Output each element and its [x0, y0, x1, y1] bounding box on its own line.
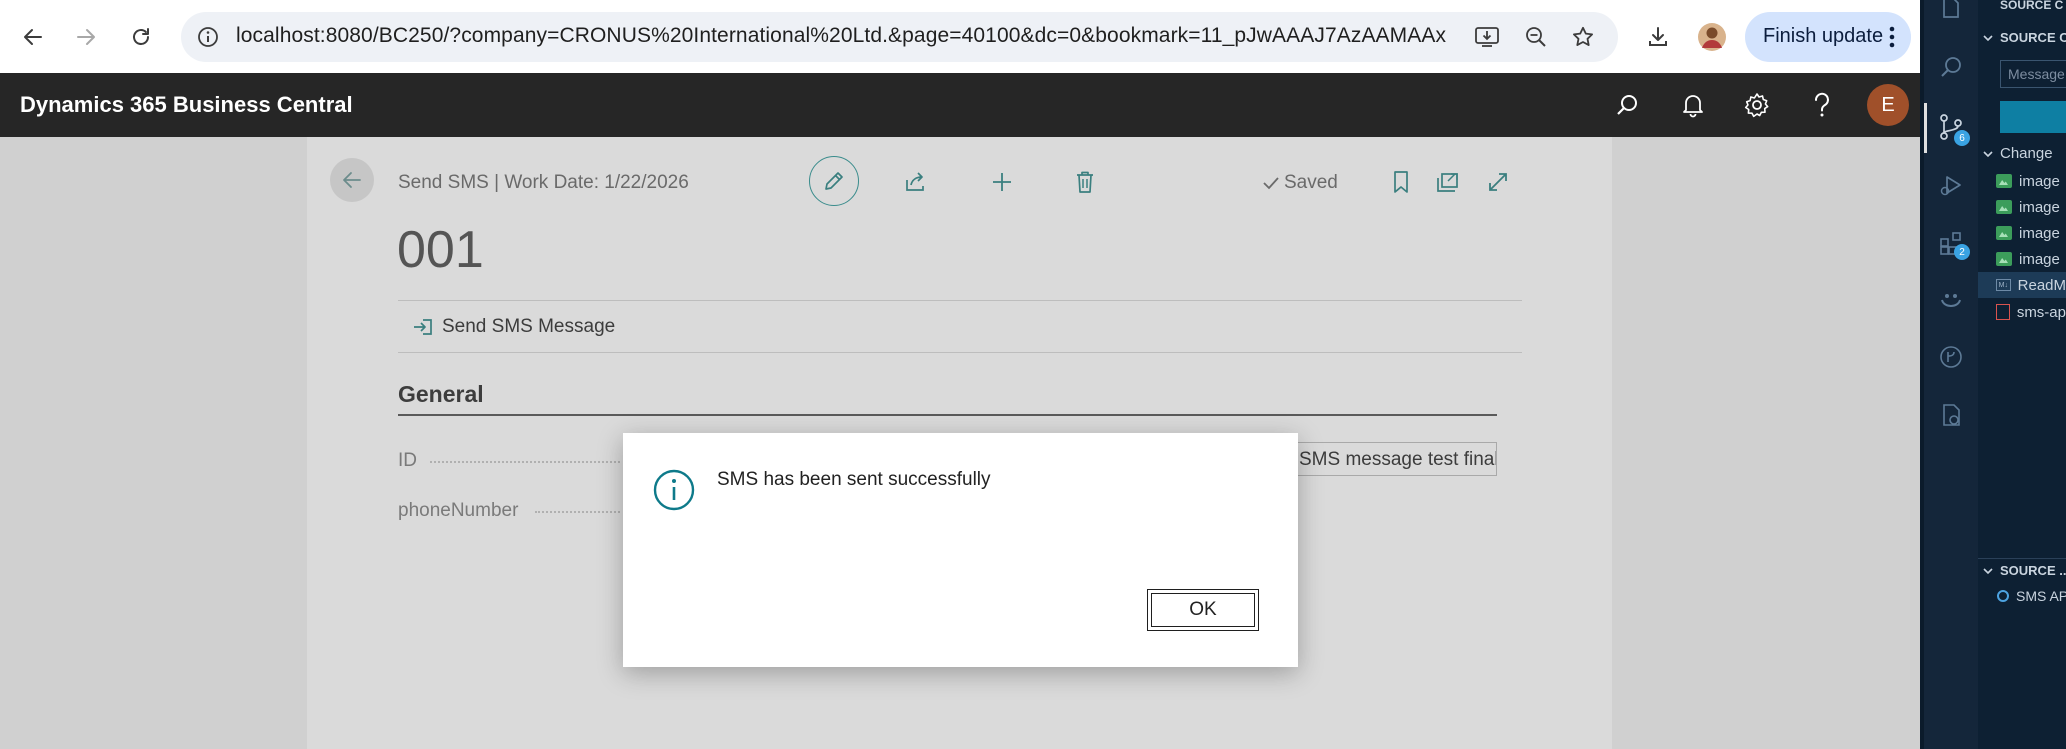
sign-in-arrow-icon [414, 319, 432, 335]
image-file-icon [1996, 174, 2012, 188]
back-arrow-icon [343, 172, 361, 188]
address-bar[interactable]: localhost:8080/BC250/?company=CRONUS%20I… [181, 12, 1618, 62]
changes-group[interactable]: Change [1982, 145, 2053, 162]
json-file-icon [1996, 304, 2010, 320]
graph-section-header[interactable]: SOURCE ... [1982, 563, 2066, 578]
explorer-icon[interactable] [1934, 0, 1968, 24]
section-title-general[interactable]: General [398, 381, 484, 408]
image-file-icon [1996, 226, 2012, 240]
delete-icon[interactable] [1070, 167, 1100, 197]
changed-file[interactable]: image [1978, 168, 2066, 194]
download-icon[interactable] [1637, 16, 1679, 58]
markdown-file-icon: M↓ [1996, 279, 2011, 291]
help-icon[interactable] [1804, 87, 1840, 123]
save-status: Saved [1262, 172, 1338, 194]
commit-button[interactable] [2000, 101, 2066, 133]
reload-icon[interactable] [120, 16, 162, 58]
url-text[interactable]: localhost:8080/BC250/?company=CRONUS%20I… [236, 24, 1446, 48]
checkmark-icon [1263, 177, 1279, 190]
chevron-down-icon [1983, 34, 1993, 41]
graph-section-label: SOURCE ... [2000, 563, 2066, 578]
send-sms-message-action[interactable]: Send SMS Message [412, 316, 615, 338]
back-button[interactable] [330, 158, 374, 202]
dialog-message: SMS has been sent successfully [717, 469, 991, 490]
image-file-icon [1996, 200, 2012, 214]
app-title[interactable]: Dynamics 365 Business Central [20, 92, 353, 118]
plus-icon[interactable] [987, 167, 1017, 197]
field-label-phonenumber: phoneNumber [398, 500, 519, 521]
remote-explorer-icon[interactable] [1934, 398, 1968, 432]
file-name: ReadM [2017, 276, 2066, 294]
source-control-badge: 6 [1954, 130, 1970, 146]
bell-icon[interactable] [1675, 87, 1711, 123]
bookmark-icon[interactable] [1386, 167, 1416, 197]
scm-section-header[interactable]: SOURCE C [1982, 30, 2066, 45]
divider [398, 352, 1522, 353]
finish-update-label: Finish update [1763, 25, 1884, 47]
id-field-input[interactable]: SMS message test final [1292, 442, 1497, 476]
scm-section-label: SOURCE C [2000, 30, 2066, 45]
changed-file[interactable]: image [1978, 220, 2066, 246]
search-icon[interactable] [1610, 87, 1646, 123]
expand-icon[interactable] [1483, 167, 1513, 197]
vscode-activity-bar: 6 2 [1924, 0, 1978, 749]
ok-button[interactable]: OK [1147, 589, 1259, 631]
page-caption: Send SMS | Work Date: 1/22/2026 [398, 172, 689, 193]
edit-button[interactable] [809, 156, 859, 206]
share-icon[interactable] [901, 167, 931, 197]
forward-arrow-icon[interactable] [65, 16, 107, 58]
gear-icon[interactable] [1739, 87, 1775, 123]
save-status-label: Saved [1284, 172, 1338, 193]
section-underline [398, 414, 1497, 416]
changed-file[interactable]: sms-ap [1978, 299, 2066, 325]
git-graph-icon[interactable] [1934, 340, 1968, 374]
divider [1978, 558, 2066, 559]
extensions-badge: 2 [1954, 244, 1970, 260]
zoom-out-icon[interactable] [1521, 22, 1551, 52]
run-debug-icon[interactable] [1934, 168, 1968, 202]
more-vertical-icon[interactable] [1887, 24, 1897, 50]
site-info-icon[interactable] [193, 22, 223, 52]
field-label-id: ID [398, 450, 417, 471]
file-name: image [2019, 250, 2060, 268]
changed-file[interactable]: image [1978, 246, 2066, 272]
file-name: image [2019, 172, 2060, 190]
profile-avatar-icon[interactable] [1691, 16, 1733, 58]
app-header: Dynamics 365 Business Central E [0, 73, 1920, 137]
vscode-scm-panel: SOURCE C SOURCE C Message Change image i… [1978, 0, 2066, 749]
file-name: sms-ap [2016, 303, 2066, 321]
graph-item[interactable]: SMS AP [1996, 588, 2066, 604]
image-file-icon [1996, 252, 2012, 266]
info-icon [653, 469, 695, 511]
bookmark-star-icon[interactable] [1568, 22, 1598, 52]
graph-item-label: SMS AP [2016, 588, 2066, 604]
panel-title: SOURCE C [2000, 0, 2064, 12]
active-indicator [1924, 103, 1927, 153]
install-app-icon[interactable] [1472, 22, 1502, 52]
message-dialog: SMS has been sent successfully OK [623, 433, 1298, 667]
finish-update-button[interactable]: Finish update [1745, 12, 1911, 62]
action-label: Send SMS Message [442, 316, 616, 337]
divider [398, 300, 1522, 301]
field-leader-dots [430, 461, 620, 463]
changed-file[interactable]: image [1978, 194, 2066, 220]
chevron-down-icon [1983, 150, 1993, 157]
ok-label: OK [1189, 599, 1217, 620]
field-leader-dots [535, 511, 620, 513]
user-avatar[interactable]: E [1867, 84, 1909, 126]
pencil-icon [825, 172, 843, 190]
open-new-window-icon[interactable] [1433, 167, 1463, 197]
changed-file-selected[interactable]: M↓ ReadM [1978, 272, 2066, 298]
browser-toolbar: localhost:8080/BC250/?company=CRONUS%20I… [0, 0, 1920, 73]
changes-label: Change [2000, 145, 2053, 162]
record-number: 001 [397, 221, 484, 279]
chevron-down-icon [1983, 567, 1993, 574]
commit-message-input[interactable]: Message [2000, 60, 2066, 88]
back-arrow-icon[interactable] [12, 16, 54, 58]
file-name: image [2019, 224, 2060, 242]
file-name: image [2019, 198, 2060, 216]
circle-icon [1997, 590, 2009, 602]
copilot-icon[interactable] [1934, 284, 1968, 318]
search-icon[interactable] [1934, 50, 1968, 84]
